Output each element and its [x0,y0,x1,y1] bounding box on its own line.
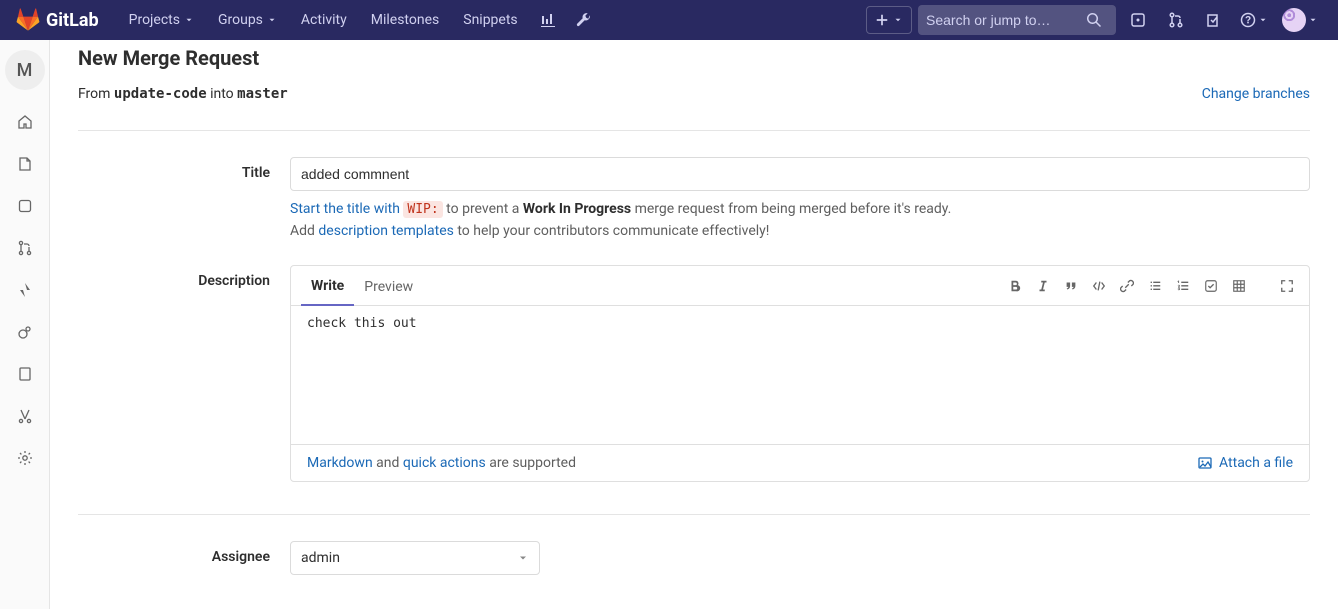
title-label: Title [78,157,290,181]
sidebar-repository-icon[interactable] [5,144,45,184]
description-label: Description [78,265,290,289]
merge-requests-icon[interactable] [1160,4,1192,36]
user-avatar [1282,8,1306,32]
wip-link[interactable]: Start the title with [290,201,403,217]
sidebar-settings-icon[interactable] [5,438,45,478]
description-templates-link[interactable]: description templates [318,223,453,239]
into-text: into [207,86,238,102]
ol-button[interactable] [1171,274,1195,298]
issues-icon[interactable] [1122,4,1154,36]
help-icon[interactable] [1236,4,1272,36]
sidebar-operations-icon[interactable] [5,312,45,352]
attach-file-button[interactable]: Attach a file [1197,455,1293,471]
wip-tail: merge request from being merged before i… [631,201,951,217]
assignee-value: admin [301,550,340,566]
page-title: New Merge Request [78,46,1310,70]
ul-button[interactable] [1143,274,1167,298]
fullscreen-button[interactable] [1275,274,1299,298]
main-content: New Merge Request From update-code into … [50,40,1338,609]
section-divider [78,514,1310,515]
gitlab-logo[interactable]: GitLab [16,8,99,32]
nav-milestones-label: Milestones [371,12,440,28]
chevron-down-icon [1308,15,1318,25]
nav-projects[interactable]: Projects [119,0,204,40]
sidebar-issues-icon[interactable] [5,186,45,226]
search-box[interactable] [918,5,1116,35]
bold-button[interactable] [1003,274,1027,298]
plus-icon [875,13,889,27]
task-button[interactable] [1199,274,1223,298]
nav-wrench-icon[interactable] [568,4,600,36]
sidebar-cicd-icon[interactable] [5,270,45,310]
sidebar-home-icon[interactable] [5,102,45,142]
tmpl-tail: to help your contributors communicate ef… [454,223,770,239]
chevron-down-icon [184,15,194,25]
table-button[interactable] [1227,274,1251,298]
chevron-down-icon [267,15,277,25]
nav-activity-label: Activity [301,12,347,28]
nav-projects-label: Projects [129,12,180,28]
chevron-down-icon [517,552,529,564]
link-button[interactable] [1115,274,1139,298]
branch-info-row: From update-code into master Change bran… [78,86,1310,131]
nav-snippets-label: Snippets [463,12,517,28]
attach-file-label: Attach a file [1219,455,1293,471]
nav-analytics-icon[interactable] [532,4,564,36]
assignee-select[interactable]: admin [290,541,540,575]
todos-icon[interactable] [1198,4,1230,36]
wip-after: to prevent a [443,201,523,217]
left-sidebar: M [0,40,50,609]
source-branch: update-code [114,86,207,102]
italic-button[interactable] [1031,274,1055,298]
description-textarea[interactable] [291,306,1309,440]
sidebar-merge-requests-icon[interactable] [5,228,45,268]
tmpl-prefix: Add [290,223,318,239]
nav-snippets[interactable]: Snippets [453,0,527,40]
nav-activity[interactable]: Activity [291,0,357,40]
project-avatar[interactable]: M [5,50,45,90]
search-input[interactable] [926,12,1086,28]
quick-actions-link[interactable]: quick actions [403,455,486,471]
quote-button[interactable] [1059,274,1083,298]
chevron-down-icon [893,15,903,25]
search-icon [1086,12,1102,28]
preview-tab[interactable]: Preview [354,267,423,305]
gitlab-logo-text: GitLab [46,10,99,31]
top-navbar: GitLab Projects Groups Activity Mileston… [0,0,1338,40]
target-branch: master [237,86,288,102]
footer-and: and [373,455,403,471]
nav-groups[interactable]: Groups [208,0,287,40]
wip-strong: Work In Progress [523,201,631,217]
title-input[interactable] [290,157,1310,191]
markdown-link[interactable]: Markdown [307,455,373,471]
chevron-down-icon [1258,15,1268,25]
image-icon [1197,455,1213,471]
description-editor: Write Preview [290,265,1310,482]
change-branches-link[interactable]: Change branches [1202,86,1310,102]
nav-milestones[interactable]: Milestones [361,0,450,40]
write-tab[interactable]: Write [301,266,354,306]
footer-tail: are supported [486,455,576,471]
nav-groups-label: Groups [218,12,263,28]
new-menu[interactable] [866,6,912,34]
user-menu[interactable] [1278,4,1322,36]
from-prefix: From [78,86,114,102]
sidebar-snippets-icon[interactable] [5,396,45,436]
wip-code: WIP: [403,201,442,218]
code-button[interactable] [1087,274,1111,298]
sidebar-wiki-icon[interactable] [5,354,45,394]
assignee-label: Assignee [78,541,290,565]
